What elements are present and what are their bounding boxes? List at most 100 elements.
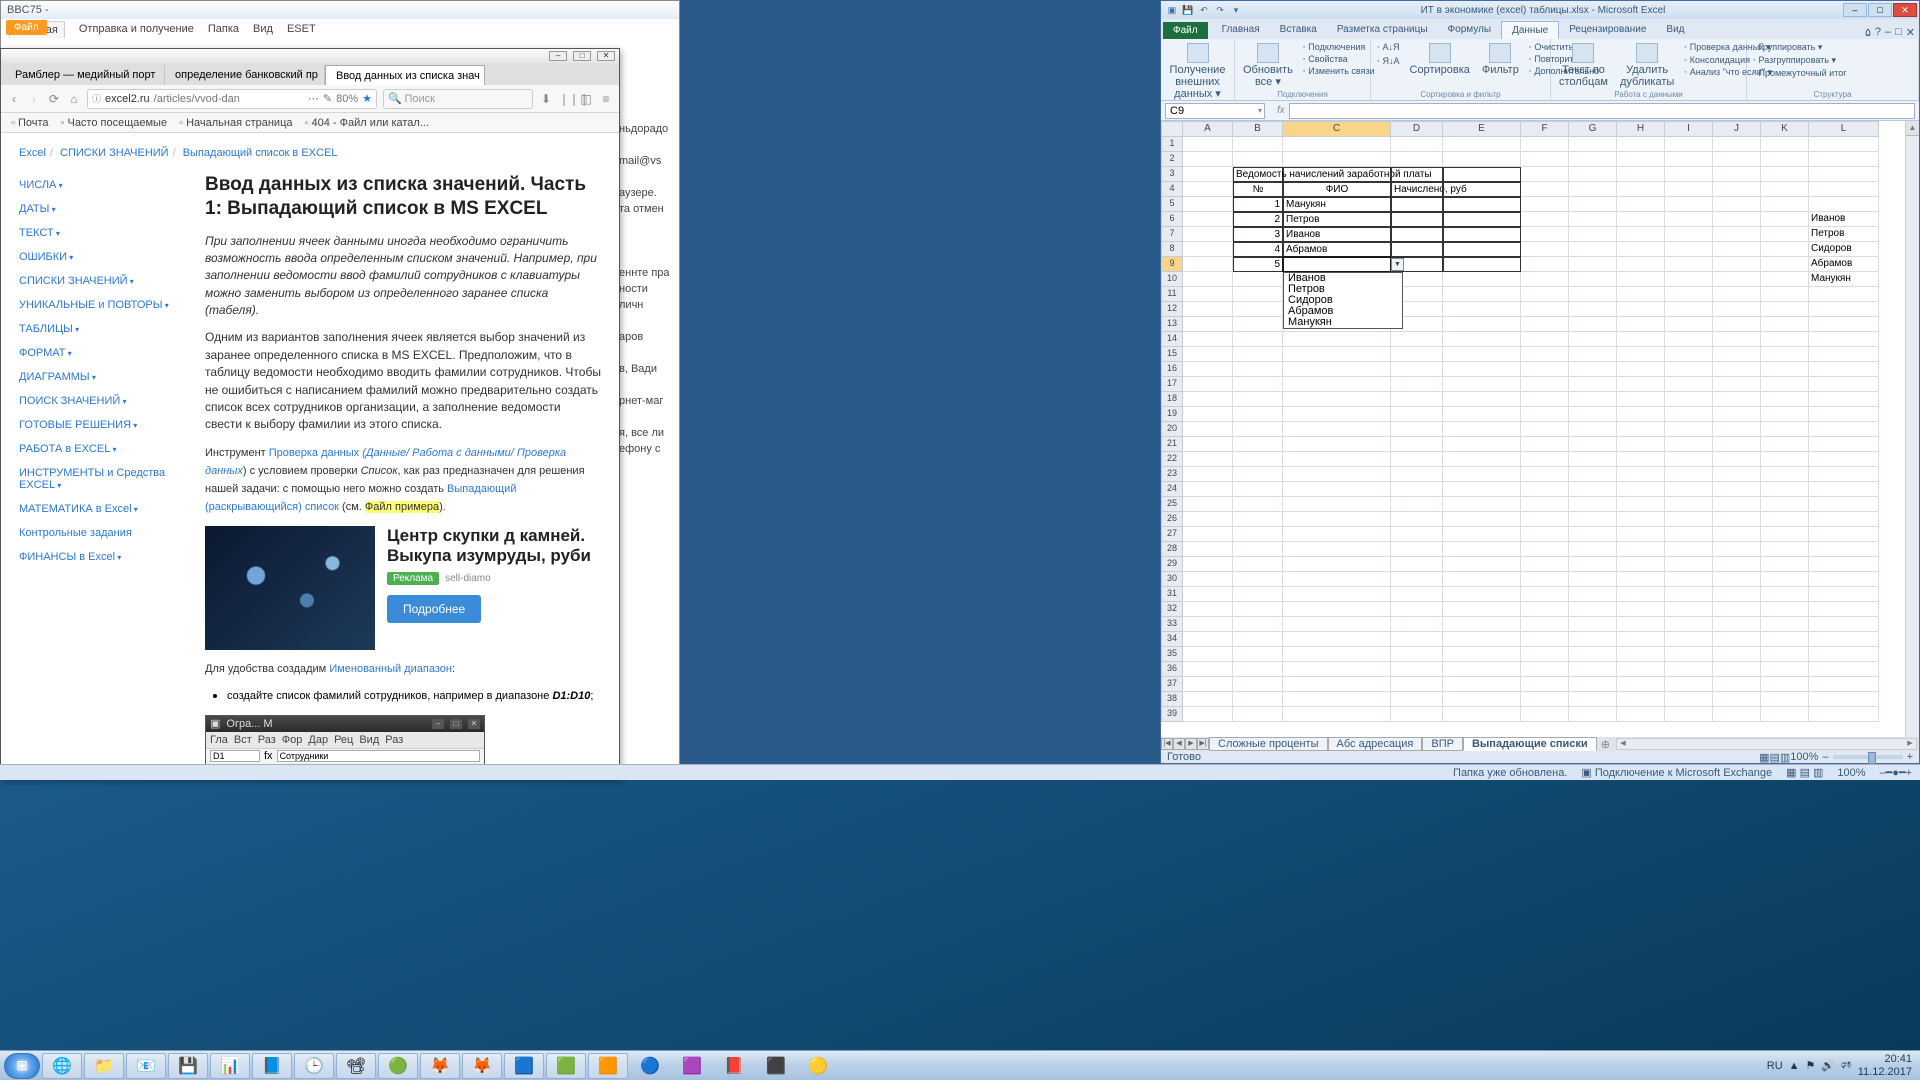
cell[interactable] <box>1521 197 1569 212</box>
cell[interactable] <box>1761 332 1809 347</box>
cell[interactable] <box>1183 677 1233 692</box>
qat-more-icon[interactable]: ▾ <box>1229 3 1243 17</box>
cell[interactable] <box>1617 317 1665 332</box>
cell[interactable] <box>1283 482 1391 497</box>
cell[interactable] <box>1569 587 1617 602</box>
ad-image[interactable] <box>205 526 375 650</box>
cell[interactable] <box>1391 662 1443 677</box>
cell[interactable] <box>1183 662 1233 677</box>
mdi-restore-icon[interactable]: □ <box>1895 26 1902 39</box>
cell[interactable] <box>1713 452 1761 467</box>
cell[interactable] <box>1233 422 1283 437</box>
cell[interactable] <box>1521 602 1569 617</box>
cell[interactable] <box>1233 287 1283 302</box>
cell[interactable] <box>1283 497 1391 512</box>
cell[interactable] <box>1713 182 1761 197</box>
cell[interactable] <box>1183 647 1233 662</box>
cell[interactable] <box>1761 302 1809 317</box>
row-header[interactable]: 29 <box>1161 557 1183 572</box>
cell[interactable] <box>1617 362 1665 377</box>
taskbar-app[interactable]: 🟪 <box>672 1053 712 1079</box>
cell[interactable] <box>1569 497 1617 512</box>
tray-sound-icon[interactable]: 🔊 <box>1821 1059 1835 1072</box>
cell[interactable] <box>1391 632 1443 647</box>
cell[interactable]: Ведомость начислений заработной платы <box>1233 167 1283 182</box>
cell[interactable] <box>1809 152 1879 167</box>
row-header[interactable]: 1 <box>1161 137 1183 152</box>
cell[interactable] <box>1443 182 1521 197</box>
sidenav-item[interactable]: ТАБЛИЦЫ <box>19 317 187 341</box>
cell[interactable] <box>1665 362 1713 377</box>
cell[interactable] <box>1443 572 1521 587</box>
cell[interactable] <box>1665 467 1713 482</box>
cell[interactable] <box>1521 497 1569 512</box>
row-header[interactable]: 31 <box>1161 587 1183 602</box>
cell[interactable] <box>1617 332 1665 347</box>
cell[interactable] <box>1521 542 1569 557</box>
cell[interactable] <box>1233 137 1283 152</box>
bookmark-item[interactable]: 404 - Файл или катал... <box>305 117 430 129</box>
cell[interactable] <box>1233 377 1283 392</box>
search-input[interactable]: 🔍 Поиск <box>383 89 533 109</box>
cell[interactable] <box>1761 512 1809 527</box>
cell[interactable] <box>1569 527 1617 542</box>
cell[interactable] <box>1617 452 1665 467</box>
taskbar-app[interactable]: 📧 <box>126 1053 166 1079</box>
row-header[interactable]: 32 <box>1161 602 1183 617</box>
cell[interactable] <box>1283 587 1391 602</box>
cell[interactable] <box>1617 512 1665 527</box>
cell[interactable] <box>1617 347 1665 362</box>
cell[interactable] <box>1569 287 1617 302</box>
cell[interactable] <box>1443 632 1521 647</box>
cell[interactable] <box>1809 437 1879 452</box>
cell[interactable]: 4 <box>1233 242 1283 257</box>
cell[interactable] <box>1713 572 1761 587</box>
cell[interactable]: Иванов <box>1283 227 1391 242</box>
cell[interactable] <box>1569 452 1617 467</box>
cell[interactable]: Сидоров <box>1809 242 1879 257</box>
cell[interactable] <box>1761 287 1809 302</box>
library-icon[interactable]: ❘❘❘ <box>559 92 573 106</box>
cell[interactable] <box>1443 542 1521 557</box>
sheet-tab[interactable]: Выпадающие списки <box>1463 737 1597 751</box>
row-header[interactable]: 22 <box>1161 452 1183 467</box>
cell[interactable] <box>1713 257 1761 272</box>
cell[interactable]: 5 <box>1233 257 1283 272</box>
cell[interactable] <box>1569 167 1617 182</box>
taskbar-app[interactable]: 🟦 <box>504 1053 544 1079</box>
cell[interactable] <box>1713 407 1761 422</box>
cell[interactable] <box>1713 512 1761 527</box>
cell[interactable] <box>1713 557 1761 572</box>
cell[interactable] <box>1233 527 1283 542</box>
cell[interactable] <box>1443 662 1521 677</box>
cell[interactable] <box>1809 542 1879 557</box>
row-header[interactable]: 9 <box>1161 257 1183 272</box>
prev-sheet-icon[interactable]: ◀ <box>1173 738 1185 750</box>
fx-icon[interactable]: fx <box>1277 105 1285 116</box>
mdi-minimize-icon[interactable]: – <box>1885 26 1891 39</box>
taskbar-app[interactable]: 🟧 <box>588 1053 628 1079</box>
cell[interactable] <box>1713 287 1761 302</box>
cell[interactable] <box>1183 242 1233 257</box>
cell[interactable] <box>1183 482 1233 497</box>
cell[interactable] <box>1443 467 1521 482</box>
cell[interactable] <box>1233 632 1283 647</box>
taskbar-app[interactable]: 📊 <box>210 1053 250 1079</box>
cell[interactable] <box>1443 152 1521 167</box>
cell[interactable] <box>1761 317 1809 332</box>
cell[interactable] <box>1521 527 1569 542</box>
cell[interactable] <box>1761 227 1809 242</box>
cell[interactable] <box>1183 257 1233 272</box>
cell[interactable] <box>1761 602 1809 617</box>
row-header[interactable]: 7 <box>1161 227 1183 242</box>
cell[interactable] <box>1809 512 1879 527</box>
cell[interactable] <box>1713 212 1761 227</box>
cell[interactable] <box>1391 572 1443 587</box>
view-layout-icon[interactable]: ▤ <box>1769 751 1779 764</box>
cell[interactable] <box>1283 152 1391 167</box>
row-header[interactable]: 19 <box>1161 407 1183 422</box>
outlook-file-tab[interactable]: Файл <box>6 20 47 35</box>
spreadsheet-grid[interactable]: ABCDEFGHIJKL 123456789101112131415161718… <box>1161 121 1919 737</box>
cell[interactable] <box>1665 647 1713 662</box>
cell[interactable] <box>1443 437 1521 452</box>
